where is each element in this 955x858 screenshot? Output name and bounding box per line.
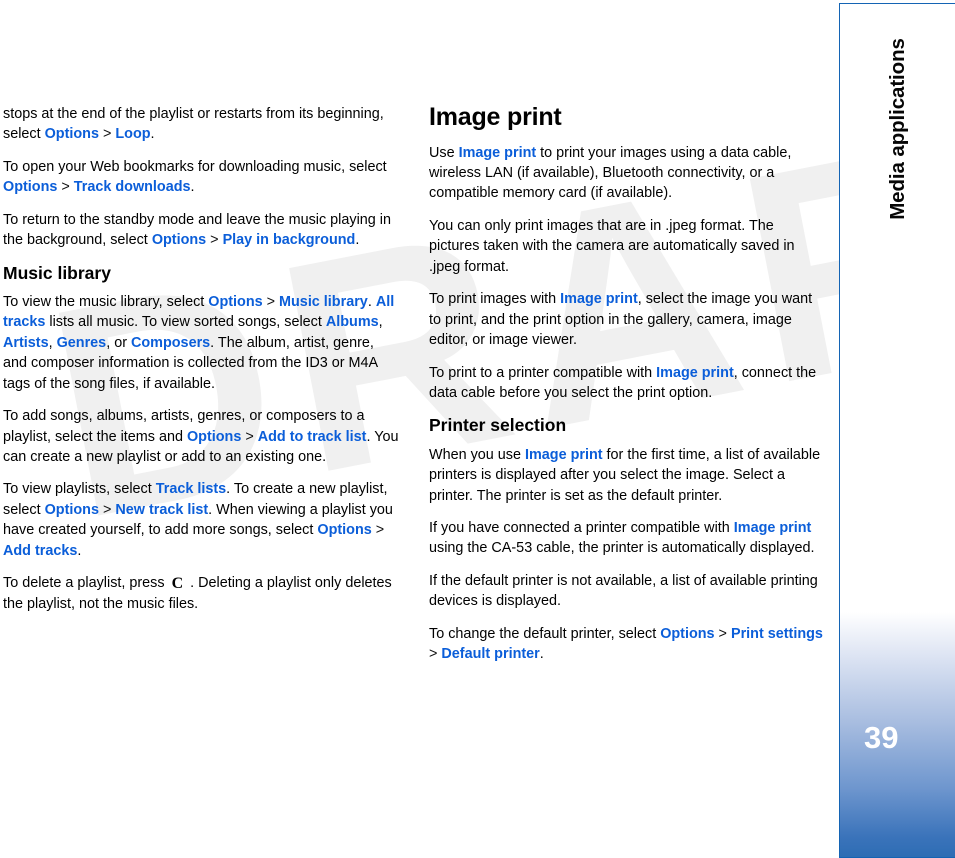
- ui-term: Play in background: [222, 232, 356, 249]
- paragraph: If you have connected a printer compatib…: [429, 518, 825, 559]
- ui-term: Image print: [560, 291, 638, 308]
- paragraph: To change the default printer, select Op…: [429, 624, 825, 665]
- section-heading-printer-selection: Printer selection: [429, 415, 567, 436]
- ui-term: Options: [186, 428, 242, 445]
- separator: >: [206, 232, 223, 249]
- paragraph: You can only print images that are in .j…: [429, 216, 825, 277]
- ui-term: New track list: [115, 501, 209, 518]
- paragraph: When you use Image print for the first t…: [429, 445, 825, 506]
- text-run: .: [150, 126, 155, 143]
- ui-term: Add to track list: [257, 428, 367, 445]
- right-text-column: Image print Use Image print to print you…: [429, 103, 825, 677]
- page-number: 39: [864, 720, 899, 755]
- paragraph: To print to a printer compatible with Im…: [429, 363, 825, 404]
- paragraph: To view the music library, select Option…: [3, 292, 401, 394]
- ui-term: Track lists: [155, 481, 227, 498]
- separator: >: [98, 126, 116, 143]
- ui-term: Options: [208, 293, 263, 310]
- text-run: .: [539, 646, 544, 663]
- text-run: , or: [106, 334, 131, 351]
- left-text-column: stops at the end of the playlist or rest…: [3, 104, 401, 626]
- text-run: If the default printer is not available,…: [429, 572, 818, 610]
- text-run: ,: [378, 314, 383, 331]
- text-run: .: [367, 293, 376, 310]
- separator: >: [57, 179, 74, 196]
- chapter-sidebar: Media applications 39: [839, 3, 955, 858]
- paragraph: If the default printer is not available,…: [429, 571, 825, 612]
- text-run: ,: [48, 334, 57, 351]
- chapter-label: Media applications: [840, 38, 955, 220]
- clear-key-icon: C: [171, 575, 184, 593]
- text-run: .: [190, 179, 195, 196]
- ui-term: Image print: [525, 446, 603, 463]
- paragraph: To open your Web bookmarks for downloadi…: [3, 157, 401, 198]
- text-run: To open your Web bookmarks for downloadi…: [3, 158, 387, 175]
- ui-term: Image print: [458, 144, 537, 161]
- paragraph: To add songs, albums, artists, genres, o…: [3, 406, 401, 467]
- text-run: .: [355, 232, 360, 249]
- paragraph: To delete a playlist, press C . Deleting…: [3, 573, 401, 614]
- ui-term: Options: [660, 625, 715, 642]
- separator: >: [262, 293, 280, 310]
- ui-term: Genres: [56, 334, 107, 351]
- text-run: When you use: [429, 446, 525, 463]
- text-run: To change the default printer, select: [429, 625, 661, 642]
- ui-term: Image print: [733, 519, 812, 536]
- paragraph: Use Image print to print your images usi…: [429, 143, 825, 204]
- text-run: To delete a playlist, press: [3, 575, 169, 592]
- ui-term: Print settings: [730, 625, 823, 642]
- ui-term: Options: [3, 179, 58, 196]
- paragraph: stops at the end of the playlist or rest…: [3, 104, 401, 145]
- ui-term: Options: [151, 232, 207, 249]
- separator: >: [241, 428, 258, 445]
- separator: >: [429, 646, 442, 663]
- ui-term: Options: [44, 126, 99, 143]
- ui-term: Options: [44, 501, 99, 518]
- ui-term: Options: [317, 522, 372, 539]
- section-heading-music-library: Music library: [3, 262, 111, 283]
- paragraph: To return to the standby mode and leave …: [3, 210, 401, 251]
- text-run: To view the music library, select: [3, 293, 209, 310]
- ui-term: Loop: [115, 126, 151, 143]
- ui-term: Add tracks: [3, 542, 78, 559]
- text-run: You can only print images that are in .j…: [429, 217, 795, 275]
- paragraph: To print images with Image print, select…: [429, 289, 825, 350]
- ui-term: Default printer: [441, 646, 540, 663]
- text-run: To print to a printer compatible with: [429, 364, 657, 381]
- text-run: .: [77, 542, 82, 559]
- ui-term: Track downloads: [73, 179, 191, 196]
- paragraph: To view playlists, select Track lists. T…: [3, 479, 401, 561]
- text-run: using the CA-53 cable, the printer is au…: [429, 540, 815, 557]
- separator: >: [371, 522, 385, 539]
- ui-term: Albums: [325, 314, 379, 331]
- ui-term: Image print: [656, 364, 734, 381]
- separator: >: [98, 501, 116, 518]
- text-run: To view playlists, select: [3, 481, 156, 498]
- ui-term: Artists: [3, 334, 49, 351]
- ui-term: Music library: [279, 293, 368, 310]
- document-page: DRAFT stops at the end of the playlist o…: [0, 0, 955, 858]
- text-run: To print images with: [429, 291, 561, 308]
- text-run: Use: [429, 144, 459, 161]
- separator: >: [714, 625, 731, 642]
- chapter-label-text: Media applications: [885, 38, 909, 220]
- section-heading-image-print: Image print: [429, 103, 562, 131]
- text-run: lists all music. To view sorted songs, s…: [45, 314, 326, 331]
- text-run: If you have connected a printer compatib…: [429, 519, 734, 536]
- ui-term: Composers: [131, 334, 211, 351]
